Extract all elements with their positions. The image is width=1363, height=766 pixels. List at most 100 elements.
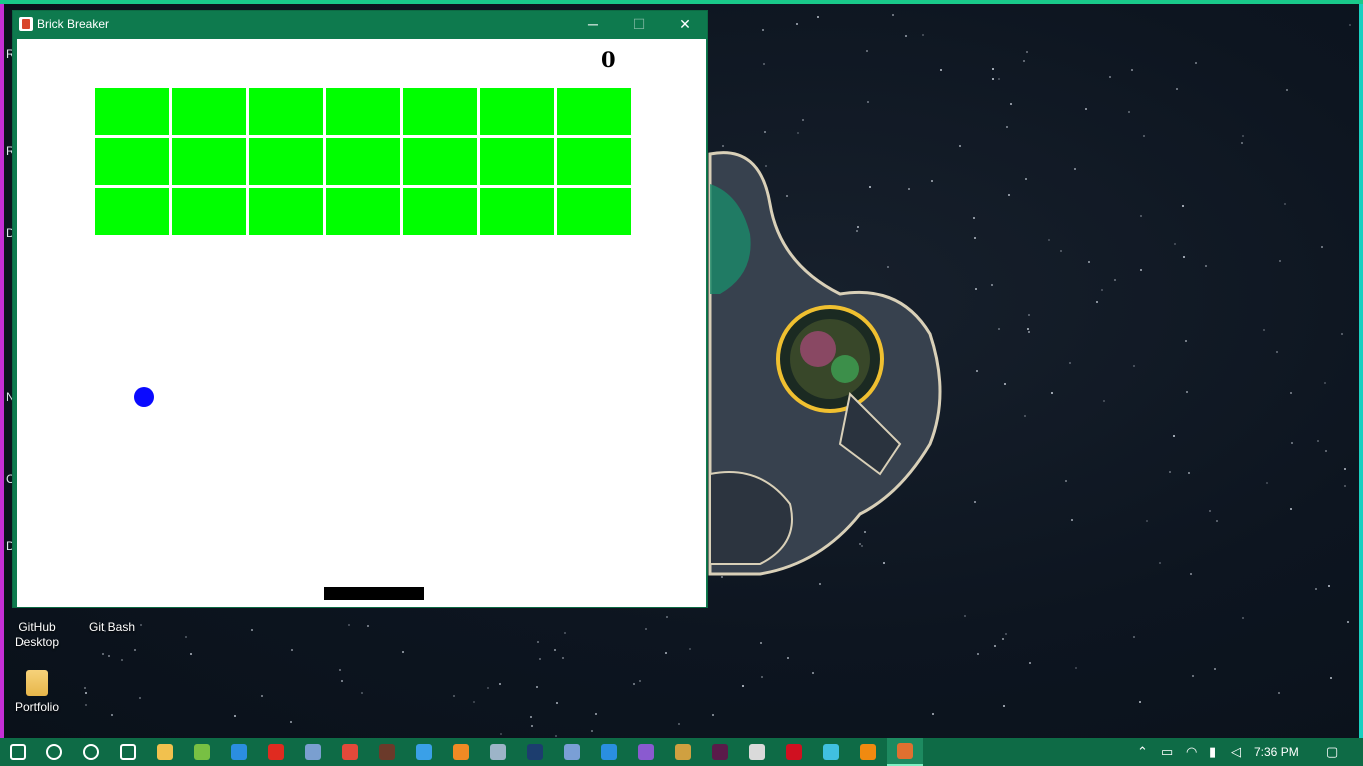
star — [360, 691, 363, 694]
action-center-icon[interactable]: ▢ — [1326, 744, 1338, 760]
paddle[interactable] — [324, 587, 424, 600]
star — [811, 671, 814, 674]
file-explorer-icon[interactable] — [147, 738, 183, 766]
astronaut-wallpaper-art — [708, 151, 942, 576]
star — [108, 655, 111, 658]
xd-icon — [712, 744, 728, 760]
game-icon[interactable] — [369, 738, 405, 766]
close-button[interactable]: ✕ — [662, 11, 708, 38]
minimize-button[interactable]: ─ — [570, 11, 616, 38]
brick — [249, 88, 323, 135]
star — [1047, 239, 1050, 242]
brick-breaker-window[interactable]: Brick Breaker ─ ☐ ✕ 0 — [12, 10, 708, 608]
star — [530, 716, 533, 719]
acrobat-icon — [268, 744, 284, 760]
vscode-icon[interactable] — [591, 738, 627, 766]
star — [1168, 471, 1171, 474]
star — [1027, 313, 1030, 316]
twitch-icon[interactable] — [628, 738, 664, 766]
taskbar-clock[interactable]: 7:36 PM — [1254, 745, 1299, 759]
virtualbox-icon[interactable] — [295, 738, 331, 766]
store-icon[interactable] — [739, 738, 775, 766]
star — [891, 14, 894, 17]
star — [1343, 468, 1346, 471]
star — [1324, 381, 1327, 384]
star — [1181, 204, 1184, 207]
title-bar[interactable]: Brick Breaker ─ ☐ ✕ — [13, 11, 707, 38]
desktop-icon-label: GitHub Desktop — [14, 620, 60, 649]
r-icon[interactable] — [554, 738, 590, 766]
star — [472, 700, 475, 703]
score-display: 0 — [601, 47, 616, 72]
xd-icon[interactable] — [702, 738, 738, 766]
star — [1290, 442, 1293, 445]
star — [1185, 391, 1188, 393]
desktop-icon-portfolio[interactable]: Portfolio — [2, 670, 72, 715]
game-canvas[interactable]: 0 — [17, 39, 706, 607]
star — [1241, 134, 1244, 137]
brick — [249, 188, 323, 235]
brick — [557, 138, 631, 185]
desktop-icon-github-desktop[interactable]: GitHub Desktop — [2, 620, 72, 650]
star — [1084, 108, 1087, 111]
r-icon — [564, 744, 580, 760]
star — [367, 625, 370, 628]
taskbar: ⌃ ▭ ◠ ▮ ◁ 7:36 PM ▢ — [0, 738, 1363, 766]
star — [764, 130, 767, 133]
star — [233, 715, 236, 718]
star — [1065, 480, 1068, 483]
window-title: Brick Breaker — [37, 17, 110, 31]
desktop-icon-git-bash[interactable]: Git Bash — [77, 620, 147, 635]
star — [865, 50, 868, 53]
task-view-icon[interactable] — [110, 738, 146, 766]
star — [1003, 705, 1006, 708]
brick — [480, 88, 554, 135]
star — [994, 644, 997, 647]
start-icon[interactable] — [0, 738, 36, 766]
edge-icon[interactable] — [406, 738, 442, 766]
star — [1241, 141, 1244, 144]
star — [1340, 332, 1343, 335]
mail-icon[interactable] — [221, 738, 257, 766]
meet-now-icon[interactable]: ▭ — [1161, 744, 1173, 760]
star — [632, 682, 635, 685]
star — [251, 628, 254, 631]
star — [555, 734, 558, 737]
search-icon[interactable] — [36, 738, 72, 766]
vpn-icon[interactable] — [813, 738, 849, 766]
chrome-icon[interactable] — [332, 738, 368, 766]
photoshop-icon[interactable] — [517, 738, 553, 766]
virtualbox-icon — [305, 744, 321, 760]
star — [1028, 330, 1031, 333]
star — [762, 29, 765, 31]
star — [1070, 518, 1073, 521]
vlc-icon[interactable] — [850, 738, 886, 766]
git-icon[interactable] — [665, 738, 701, 766]
maximize-button[interactable]: ☐ — [616, 11, 662, 38]
star — [1050, 391, 1053, 394]
network-icon[interactable]: ◠ — [1186, 744, 1197, 760]
java-icon[interactable] — [887, 738, 923, 766]
remote-desktop-icon[interactable] — [480, 738, 516, 766]
netflix-icon[interactable] — [776, 738, 812, 766]
game-icon — [379, 744, 395, 760]
star — [1004, 632, 1007, 635]
firefox-icon[interactable] — [443, 738, 479, 766]
file-explorer-icon — [157, 744, 173, 760]
cortana-icon[interactable] — [73, 738, 109, 766]
star — [1002, 637, 1004, 640]
star — [678, 723, 681, 726]
star — [1109, 75, 1112, 78]
battery-icon[interactable]: ▮ — [1209, 744, 1216, 760]
utorrent-icon[interactable] — [184, 738, 220, 766]
volume-icon[interactable]: ◁ — [1231, 744, 1241, 760]
brick — [557, 188, 631, 235]
brick — [326, 188, 400, 235]
show-hidden-icons-chevron-icon[interactable]: ⌃ — [1137, 744, 1148, 760]
brick — [403, 138, 477, 185]
star — [1277, 691, 1280, 694]
acrobat-icon[interactable] — [258, 738, 294, 766]
twitch-icon — [638, 744, 654, 760]
star — [1100, 288, 1103, 291]
star — [921, 33, 924, 36]
